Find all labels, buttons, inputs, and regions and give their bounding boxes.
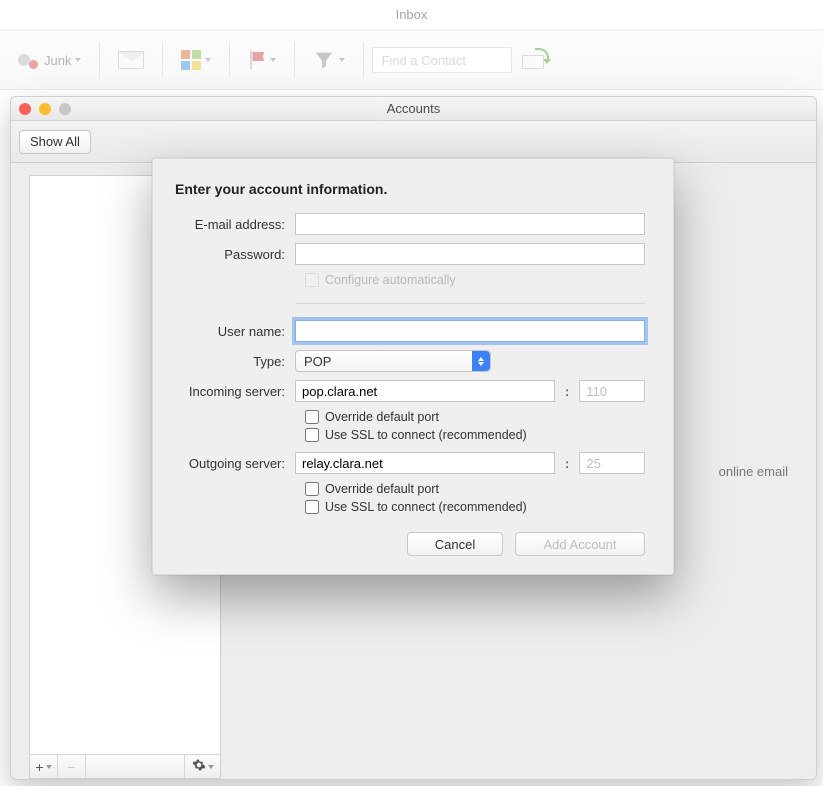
divider — [294, 42, 295, 78]
flag-button[interactable] — [238, 42, 286, 78]
sidebar-footer: + − — [30, 754, 220, 778]
dialog-footer: Cancel Add Account — [175, 532, 645, 556]
filter-button[interactable] — [303, 42, 355, 78]
junk-label: Junk — [44, 53, 71, 68]
outgoing-label: Outgoing server: — [175, 456, 295, 471]
junk-icon — [18, 51, 38, 69]
add-account-button[interactable]: Add Account — [515, 532, 645, 556]
find-contact-placeholder: Find a Contact — [381, 53, 466, 68]
envelope-icon — [118, 51, 144, 69]
outgoing-port-input[interactable] — [579, 452, 645, 474]
email-label: E-mail address: — [175, 217, 295, 232]
divider — [229, 42, 230, 78]
email-input[interactable] — [295, 213, 645, 235]
outgoing-server-input[interactable] — [295, 452, 555, 474]
new-mail-button[interactable] — [108, 42, 154, 78]
type-select[interactable]: POP — [295, 350, 491, 372]
accounts-toolbar: Show All — [11, 121, 816, 163]
divider — [99, 42, 100, 78]
incoming-label: Incoming server: — [175, 384, 295, 399]
categories-button[interactable] — [171, 42, 221, 78]
select-stepper-icon — [472, 351, 490, 371]
password-input[interactable] — [295, 243, 645, 265]
incoming-override-port-label: Override default port — [325, 410, 439, 424]
chevron-down-icon — [46, 765, 52, 769]
username-label: User name: — [175, 324, 295, 339]
port-colon: : — [563, 456, 571, 471]
refresh-arrow-icon — [535, 48, 549, 62]
grid-icon — [181, 50, 201, 70]
account-actions-button[interactable] — [184, 755, 220, 778]
configure-auto-label: Configure automatically — [325, 273, 456, 287]
separator — [295, 303, 645, 304]
chevron-down-icon — [75, 58, 81, 62]
funnel-icon — [313, 49, 335, 71]
outgoing-ssl-row: Use SSL to connect (recommended) — [305, 500, 645, 514]
outgoing-ssl-label: Use SSL to connect (recommended) — [325, 500, 527, 514]
type-label: Type: — [175, 354, 295, 369]
port-colon: : — [563, 384, 571, 399]
type-value: POP — [304, 354, 331, 369]
chevron-down-icon — [339, 58, 345, 62]
hint-text-fragment: online email — [719, 464, 788, 479]
divider — [162, 42, 163, 78]
send-receive-button[interactable] — [522, 51, 546, 69]
junk-button[interactable]: Junk — [8, 42, 91, 78]
chevron-down-icon — [205, 58, 211, 62]
cancel-button[interactable]: Cancel — [407, 532, 503, 556]
password-label: Password: — [175, 247, 295, 262]
account-setup-dialog: Enter your account information. E-mail a… — [152, 158, 674, 575]
gear-icon — [192, 758, 206, 775]
divider — [363, 42, 364, 78]
incoming-override-port-checkbox[interactable] — [305, 410, 319, 424]
chevron-down-icon — [208, 765, 214, 769]
outgoing-override-port-row: Override default port — [305, 482, 645, 496]
incoming-override-port-row: Override default port — [305, 410, 645, 424]
show-all-button[interactable]: Show All — [19, 130, 91, 154]
incoming-ssl-checkbox[interactable] — [305, 428, 319, 442]
incoming-port-input[interactable] — [579, 380, 645, 402]
accounts-titlebar: Accounts — [11, 97, 816, 121]
incoming-ssl-row: Use SSL to connect (recommended) — [305, 428, 645, 442]
configure-auto-row: Configure automatically — [305, 273, 645, 287]
outgoing-override-port-label: Override default port — [325, 482, 439, 496]
username-input[interactable] — [295, 320, 645, 342]
incoming-server-input[interactable] — [295, 380, 555, 402]
outgoing-ssl-checkbox[interactable] — [305, 500, 319, 514]
flag-icon — [248, 51, 266, 69]
accounts-title: Accounts — [11, 101, 816, 116]
app-title: Inbox — [0, 0, 823, 30]
plus-icon: + — [35, 759, 43, 775]
remove-account-button[interactable]: − — [58, 755, 86, 778]
minus-icon: − — [67, 759, 75, 775]
chevron-down-icon — [270, 58, 276, 62]
find-contact-input[interactable]: Find a Contact — [372, 47, 512, 73]
outgoing-override-port-checkbox[interactable] — [305, 482, 319, 496]
configure-auto-checkbox — [305, 273, 319, 287]
add-account-button[interactable]: + — [30, 755, 58, 778]
main-toolbar: Junk Find a Contact — [0, 30, 823, 90]
dialog-heading: Enter your account information. — [175, 181, 645, 197]
incoming-ssl-label: Use SSL to connect (recommended) — [325, 428, 527, 442]
